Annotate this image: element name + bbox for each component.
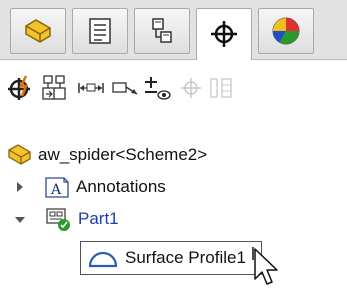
chevron-right-icon [17, 182, 23, 192]
geometric-tolerance-icon [145, 77, 171, 100]
auto-dimension-scheme-icon [8, 75, 30, 100]
tree-item-part1[interactable]: Part1 [44, 206, 119, 232]
annotations-icon: A [45, 177, 69, 198]
size-dimension-icon [78, 83, 104, 93]
tree-item-surface-profile1-label: Surface Profile1 [125, 248, 246, 267]
mouse-pointer-icon [252, 247, 278, 285]
datum-button[interactable] [40, 74, 70, 102]
display-manager-icon [272, 17, 300, 45]
tree-root-label: aw_spider<Scheme2> [38, 145, 208, 164]
tree-item-surface-profile1[interactable]: Surface Profile1 [80, 241, 262, 275]
dimxpert-part-icon [46, 208, 70, 231]
tab-feature-manager[interactable] [10, 8, 66, 54]
pattern-feature-button[interactable] [206, 74, 236, 102]
surface-profile-node: Surface Profile1 [87, 245, 246, 271]
datum-target-icon [181, 78, 201, 98]
chevron-down-icon [15, 217, 25, 223]
property-manager-icon [89, 18, 111, 44]
dimxpert-manager-panel: aw_spider<Scheme2> A Annotations Part1 S… [0, 0, 347, 296]
collapse-part1-toggle[interactable] [14, 213, 26, 225]
tree-item-part1-label: Part1 [78, 209, 119, 228]
location-dimension-button[interactable] [110, 74, 140, 102]
size-dimension-button[interactable] [76, 74, 106, 102]
datum-icon [42, 75, 66, 100]
tab-dimxpert-manager[interactable] [196, 8, 252, 60]
geometric-tolerance-button[interactable] [142, 74, 172, 102]
tab-property-manager[interactable] [72, 8, 128, 54]
location-dimension-icon [112, 82, 138, 95]
tab-display-manager[interactable] [258, 8, 314, 54]
pattern-feature-icon [210, 78, 232, 98]
part-icon [25, 19, 51, 43]
auto-dimension-scheme-button[interactable] [6, 74, 36, 102]
dimxpert-toolbar [0, 62, 347, 112]
expand-annotations-toggle[interactable] [14, 180, 26, 192]
datum-target-button[interactable] [176, 74, 206, 102]
tab-configuration-manager[interactable] [134, 8, 190, 54]
tree-root-item[interactable]: aw_spider<Scheme2> [6, 142, 207, 168]
dimxpert-manager-icon [211, 21, 237, 47]
tree-item-annotations-label: Annotations [76, 177, 166, 196]
tree-item-annotations[interactable]: A Annotations [44, 174, 166, 200]
svg-text:A: A [50, 182, 62, 198]
manager-tab-bar [0, 0, 347, 60]
configuration-manager-icon [152, 18, 172, 43]
surface-profile-icon [88, 251, 118, 268]
feature-tree: aw_spider<Scheme2> A Annotations Part1 S… [0, 120, 347, 296]
part-icon [8, 144, 31, 165]
